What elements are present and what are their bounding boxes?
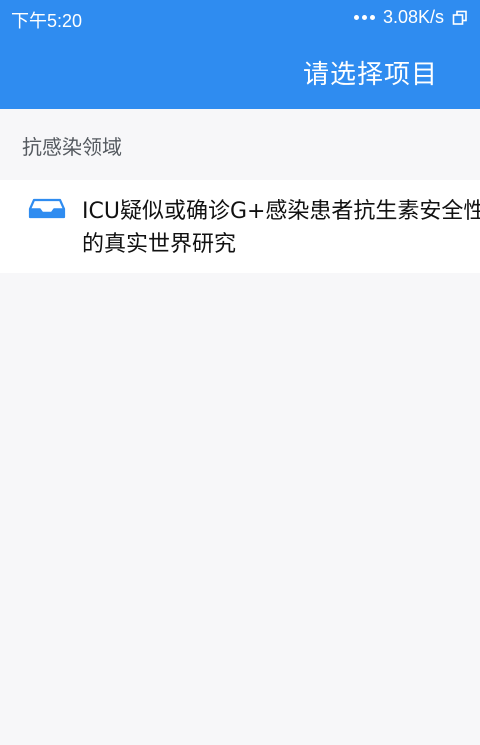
project-list-item[interactable]: ICU疑似或确诊G+感染患者抗生素安全性的真实世界研究 [0,180,480,273]
app-header: 请选择项目 [0,36,480,109]
section-label: 抗感染领域 [22,135,122,159]
inbox-tray-icon [28,198,66,220]
more-dots-icon [353,15,375,20]
status-indicators: 3.08K/s [353,7,468,28]
page-title: 请选择项目 [302,60,438,90]
network-speed: 3.08K/s [382,7,444,27]
window-copy-icon [452,10,468,26]
status-time: 下午5:20 [11,11,83,31]
project-title: ICU疑似或确诊G+感染患者抗生素安全性的真实世界研究 [82,199,480,257]
status-bar: 下午5:20 3.08K/s [0,0,480,36]
